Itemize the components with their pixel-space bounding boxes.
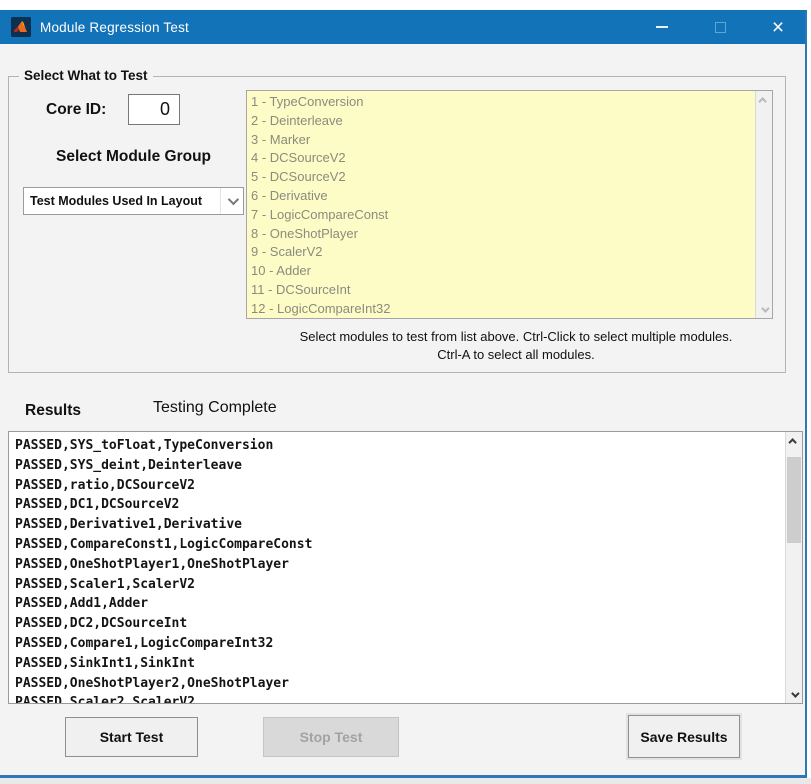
result-line[interactable]: PASSED,ratio,DCSourceV2 xyxy=(15,476,785,496)
scroll-up-button[interactable] xyxy=(786,432,802,449)
stop-test-button[interactable]: Stop Test xyxy=(263,717,399,757)
close-icon: × xyxy=(772,17,784,38)
result-line[interactable]: PASSED,OneShotPlayer1,OneShotPlayer xyxy=(15,555,785,575)
module-list-item[interactable]: 11 - DCSourceInt xyxy=(251,281,755,300)
maximize-icon xyxy=(715,22,726,33)
module-list-item[interactable]: 12 - LogicCompareInt32 xyxy=(251,300,755,318)
maximize-button[interactable] xyxy=(691,10,749,44)
module-list-item[interactable]: 10 - Adder xyxy=(251,262,755,281)
module-list-item[interactable]: 7 - LogicCompareConst xyxy=(251,206,755,225)
module-group-label: Select Module Group xyxy=(23,148,244,166)
result-line[interactable]: PASSED,OneShotPlayer2,OneShotPlayer xyxy=(15,674,785,694)
chevron-up-icon xyxy=(758,97,766,105)
result-line[interactable]: PASSED,Add1,Adder xyxy=(15,594,785,614)
module-list-item[interactable]: 6 - Derivative xyxy=(251,187,755,206)
window-body: Select What to Test Core ID: Select Modu… xyxy=(0,44,805,775)
module-list-item[interactable]: 2 - Deinterleave xyxy=(251,112,755,131)
module-list-item[interactable]: 9 - ScalerV2 xyxy=(251,243,755,262)
save-results-button[interactable]: Save Results xyxy=(628,715,740,758)
selection-hint-line1: Select modules to test from list above. … xyxy=(246,329,786,344)
scroll-down-button[interactable] xyxy=(786,686,802,703)
select-what-to-test-group: Select What to Test Core ID: Select Modu… xyxy=(8,76,786,373)
selection-hint-line2: Ctrl-A to select all modules. xyxy=(246,347,786,362)
result-line[interactable]: PASSED,Derivative1,Derivative xyxy=(15,515,785,535)
application-window: Module Regression Test × Select What to … xyxy=(0,0,811,784)
result-line[interactable]: PASSED,SinkInt1,SinkInt xyxy=(15,654,785,674)
core-id-label: Core ID: xyxy=(46,101,106,119)
results-scrollbar[interactable] xyxy=(785,432,802,703)
module-list-item[interactable]: 8 - OneShotPlayer xyxy=(251,225,755,244)
result-line[interactable]: PASSED,CompareConst1,LogicCompareConst xyxy=(15,535,785,555)
chevron-down-icon xyxy=(791,689,799,697)
result-line[interactable]: PASSED,Scaler2,ScalerV2 xyxy=(15,693,785,703)
matlab-logo-icon xyxy=(11,17,31,37)
module-group-dropdown[interactable]: Test Modules Used In Layout xyxy=(23,187,244,215)
chevron-down-icon xyxy=(761,304,769,312)
dropdown-arrow-zone[interactable] xyxy=(220,188,243,214)
result-line[interactable]: PASSED,SYS_toFloat,TypeConversion xyxy=(15,436,785,456)
module-group-selected-value: Test Modules Used In Layout xyxy=(24,194,220,208)
title-bar[interactable]: Module Regression Test × xyxy=(0,10,807,44)
module-list-item[interactable]: 4 - DCSourceV2 xyxy=(251,149,755,168)
result-line[interactable]: PASSED,DC2,DCSourceInt xyxy=(15,614,785,634)
module-listbox[interactable]: 1 - TypeConversion2 - Deinterleave3 - Ma… xyxy=(246,90,773,319)
results-label: Results xyxy=(25,402,81,420)
result-line[interactable]: PASSED,DC1,DCSourceV2 xyxy=(15,495,785,515)
result-line[interactable]: PASSED,Compare1,LogicCompareInt32 xyxy=(15,634,785,654)
window-title: Module Regression Test xyxy=(40,20,189,35)
minimize-button[interactable] xyxy=(633,10,691,44)
result-line[interactable]: PASSED,SYS_deint,Deinterleave xyxy=(15,456,785,476)
module-list-scrollbar[interactable] xyxy=(755,91,772,318)
scroll-down-button[interactable] xyxy=(756,301,772,318)
module-list-item[interactable]: 3 - Marker xyxy=(251,131,755,150)
window-right-edge xyxy=(805,10,807,778)
scroll-up-button[interactable] xyxy=(756,91,772,108)
result-line[interactable]: PASSED,Scaler1,ScalerV2 xyxy=(15,575,785,595)
scrollbar-thumb[interactable] xyxy=(787,457,801,543)
window-controls: × xyxy=(633,10,807,44)
results-listbox[interactable]: PASSED,SYS_toFloat,TypeConversionPASSED,… xyxy=(8,431,803,704)
chevron-down-icon xyxy=(228,194,239,205)
results-lines[interactable]: PASSED,SYS_toFloat,TypeConversionPASSED,… xyxy=(9,432,785,703)
module-list-item[interactable]: 1 - TypeConversion xyxy=(251,93,755,112)
desktop-strip xyxy=(0,778,811,784)
module-list-item[interactable]: 5 - DCSourceV2 xyxy=(251,168,755,187)
start-test-button[interactable]: Start Test xyxy=(65,717,198,757)
testing-status-text: Testing Complete xyxy=(153,399,277,417)
core-id-input[interactable] xyxy=(128,94,180,125)
close-button[interactable]: × xyxy=(749,10,807,44)
minimize-icon xyxy=(656,26,668,28)
module-list-items[interactable]: 1 - TypeConversion2 - Deinterleave3 - Ma… xyxy=(247,91,755,318)
chevron-up-icon xyxy=(788,438,796,446)
group-legend: Select What to Test xyxy=(19,68,153,83)
